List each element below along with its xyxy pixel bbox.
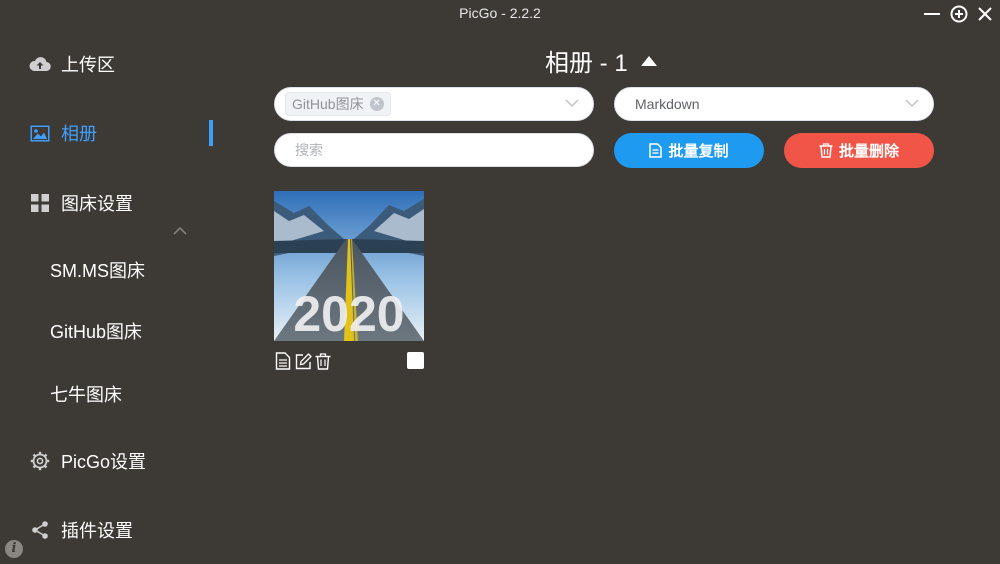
sidebar-item-label: PicGo设置 (61, 452, 147, 472)
title-bar: PicGo - 2.2.2 (0, 0, 1000, 28)
sidebar-item-label: GitHub图床 (50, 322, 143, 342)
share-icon (29, 519, 51, 541)
trash-icon (819, 143, 833, 158)
copy-link-icon[interactable] (274, 352, 292, 370)
batch-delete-label: 批量删除 (838, 143, 899, 160)
chevron-down-icon (905, 99, 919, 108)
sidebar-item-smms[interactable]: SM.MS图床 (0, 250, 220, 290)
batch-delete-button[interactable]: 批量删除 (784, 133, 934, 168)
minimize-icon[interactable] (922, 4, 942, 24)
info-icon[interactable]: i (5, 540, 23, 558)
sidebar-item-label: 上传区 (61, 55, 115, 75)
chevron-down-icon (565, 99, 579, 108)
sidebar-item-label: 图床设置 (61, 194, 133, 214)
sidebar-item-label: 七牛图床 (50, 385, 122, 405)
image-icon (29, 122, 51, 144)
active-indicator (209, 120, 213, 146)
window-title: PicGo - 2.2.2 (459, 5, 541, 21)
picbed-tag: GitHub图床 ✕ (285, 92, 391, 116)
delete-icon[interactable] (314, 352, 332, 370)
page-title: 相册 - 1 (545, 43, 658, 78)
image-select-checkbox[interactable] (407, 352, 424, 369)
batch-copy-button[interactable]: 批量复制 (614, 133, 764, 168)
search-input[interactable] (274, 133, 594, 167)
sidebar-item-qiniu[interactable]: 七牛图床 (0, 374, 220, 414)
batch-copy-label: 批量复制 (668, 143, 729, 160)
cloud-upload-icon (29, 53, 51, 75)
sidebar-item-plugin-settings[interactable]: 插件设置 (0, 510, 220, 550)
sidebar-item-label: SM.MS图床 (50, 261, 146, 281)
format-select-value: Markdown (635, 96, 700, 112)
tag-close-icon[interactable]: ✕ (369, 97, 384, 111)
sidebar-item-gallery[interactable]: 相册 (0, 113, 220, 153)
sidebar-item-github[interactable]: GitHub图床 (0, 311, 220, 351)
grid-icon (29, 192, 51, 214)
gallery-title: 相册 - 1 (545, 50, 628, 77)
chevron-up-icon[interactable] (172, 223, 188, 235)
picbed-tag-label: GitHub图床 (292, 96, 364, 112)
gallery-thumbnail[interactable]: 2020 (274, 191, 424, 341)
sidebar-item-upload[interactable]: 上传区 (0, 44, 220, 84)
format-select[interactable]: Markdown (614, 87, 934, 121)
sidebar-item-label: 插件设置 (61, 521, 133, 541)
sidebar-item-picgo-settings[interactable]: PicGo设置 (0, 441, 220, 481)
sidebar-item-picbed-settings[interactable]: 图床设置 (0, 183, 220, 223)
thumbnail-overlay-text: 2020 (293, 286, 404, 341)
maximize-icon[interactable] (949, 4, 969, 24)
card-actions (274, 352, 332, 370)
picbed-filter-select[interactable]: GitHub图床 ✕ (274, 87, 594, 121)
gear-icon (29, 450, 51, 472)
close-icon[interactable] (975, 4, 995, 24)
caret-up-icon[interactable] (640, 54, 658, 68)
edit-icon[interactable] (294, 352, 312, 370)
sidebar-item-label: 相册 (61, 124, 97, 144)
document-icon (649, 143, 663, 158)
sidebar: 上传区 相册 图床设置 SM.MS图床 GitHub图床 七牛图床 PicGo设… (0, 28, 240, 564)
